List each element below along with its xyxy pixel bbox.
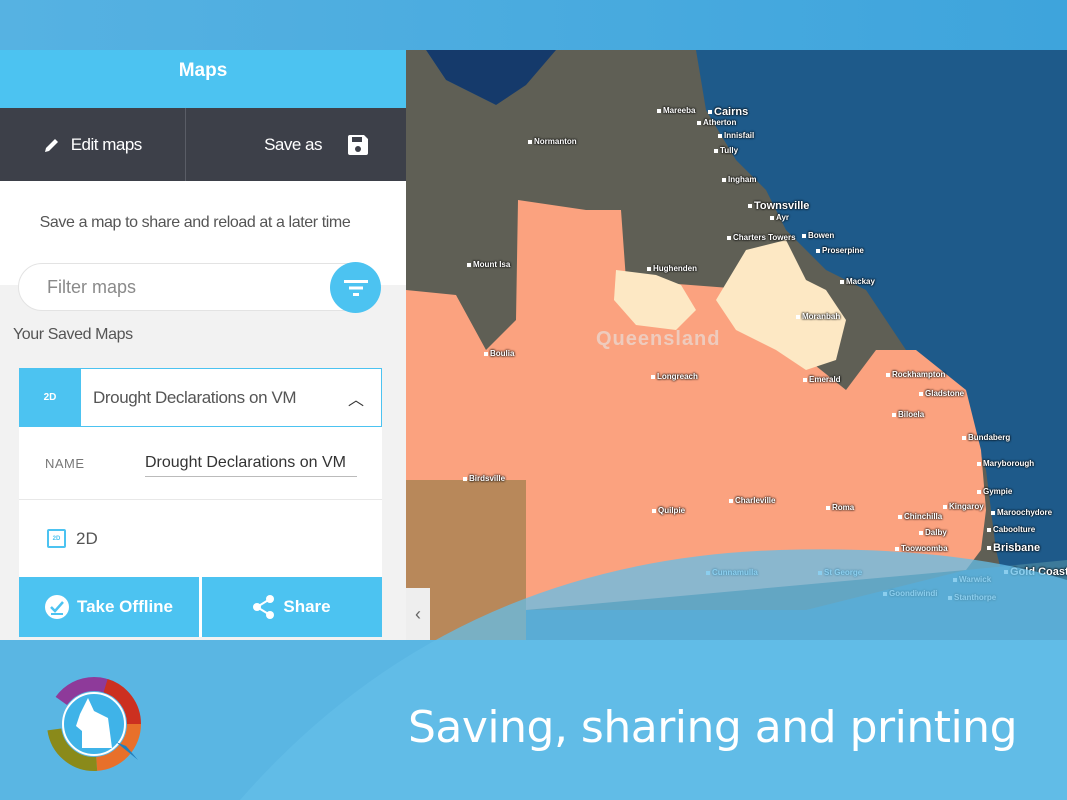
town-label: Charleville <box>729 496 775 505</box>
save-as-button[interactable]: Save as <box>186 108 407 181</box>
town-label: Bundaberg <box>962 433 1010 442</box>
town-label: Charters Towers <box>727 233 796 242</box>
town-label: Mackay <box>840 277 875 286</box>
edit-maps-label: Edit maps <box>70 134 143 154</box>
town-label: Rockhampton <box>886 370 945 379</box>
town-label: Kingaroy <box>943 502 984 511</box>
town-label: Caboolture <box>987 525 1035 534</box>
town-label: Emerald <box>803 375 841 384</box>
town-label: Bowen <box>802 231 834 240</box>
banner-title: Saving, sharing and printing <box>407 702 1018 753</box>
town-label: Maroochydore <box>991 508 1052 517</box>
name-row: NAME Drought Declarations on VM <box>19 427 382 500</box>
town-label: Mount Isa <box>467 260 510 269</box>
town-label: Biloela <box>892 410 924 419</box>
town-label: Maryborough <box>977 459 1034 468</box>
town-label: Townsville <box>748 200 809 212</box>
town-label: Gympie <box>977 487 1012 496</box>
town-label: Birdsville <box>463 474 505 483</box>
town-label: Boulia <box>484 349 514 358</box>
maps-toolbar: Edit maps Save as <box>0 108 406 181</box>
edit-maps-button[interactable]: Edit maps <box>0 108 186 181</box>
filter-button[interactable] <box>330 262 381 313</box>
map-2d-icon-text: 2D <box>43 391 57 403</box>
region-label: Queensland <box>596 328 721 350</box>
qld-globe-logo <box>46 676 146 781</box>
top-band <box>0 0 1067 52</box>
town-label: Proserpine <box>816 246 864 255</box>
town-label: Normanton <box>528 137 577 146</box>
name-field[interactable]: Drought Declarations on VM <box>145 450 357 477</box>
saved-map-title: Drought Declarations on VM <box>93 387 297 407</box>
town-label: Ayr <box>770 213 789 222</box>
saved-map-header[interactable]: 2D Drought Declarations on VM ︿ <box>19 367 382 427</box>
panel-title: Maps <box>0 50 406 108</box>
town-label: Roma <box>826 503 854 512</box>
town-label: Chinchilla <box>898 512 942 521</box>
town-label: Atherton <box>697 118 736 127</box>
town-label: Moranbah <box>796 312 840 321</box>
town-label: Longreach <box>651 372 698 381</box>
map-2d-icon: 2D <box>19 367 81 427</box>
town-label: Tully <box>714 146 738 155</box>
town-label: Hughenden <box>647 264 697 273</box>
town-label: Mareeba <box>657 106 695 115</box>
save-icon <box>348 134 368 155</box>
town-label: Innisfail <box>718 131 754 140</box>
panel-description: Save a map to share and reload at a late… <box>39 214 351 231</box>
banner-wave <box>240 549 1067 800</box>
name-label: NAME <box>45 455 85 471</box>
saved-maps-heading: Your Saved Maps <box>13 326 133 343</box>
save-as-label: Save as <box>264 134 322 154</box>
filter-icon <box>343 279 368 296</box>
chevron-up-icon[interactable]: ︿ <box>331 386 381 410</box>
town-label: Dalby <box>919 528 947 537</box>
pencil-icon <box>44 138 58 152</box>
town-label: Quilpie <box>652 506 685 515</box>
filter-maps-input[interactable]: Filter maps <box>18 263 380 311</box>
town-label: Ingham <box>722 175 756 184</box>
town-label: Gladstone <box>919 389 964 398</box>
town-label: Cairns <box>708 106 748 118</box>
